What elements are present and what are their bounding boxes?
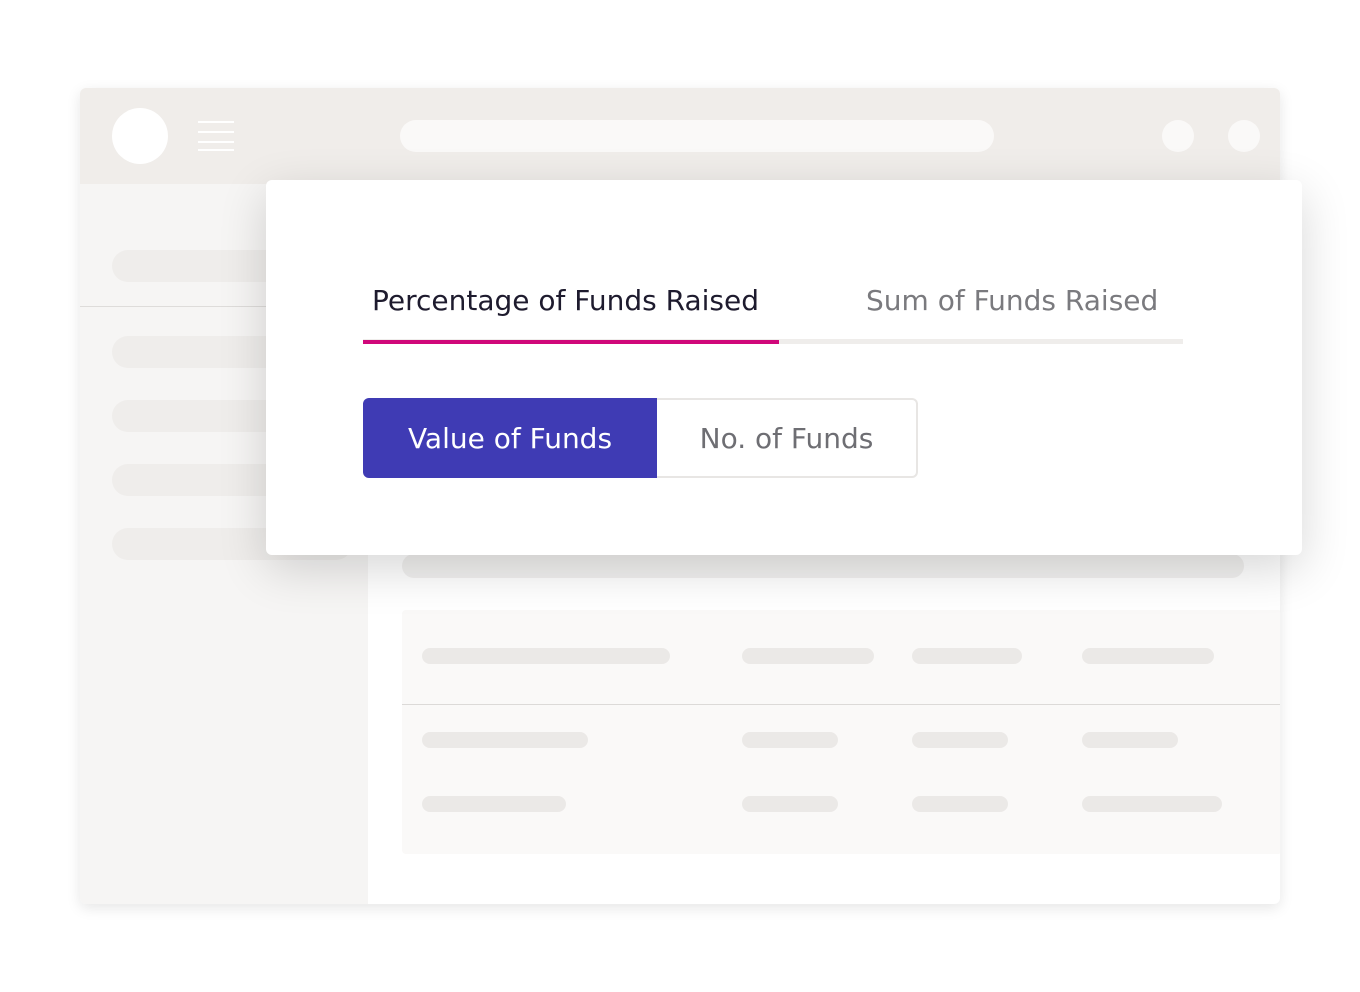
no-of-funds-toggle-button[interactable]: No. of Funds xyxy=(657,398,918,478)
active-tab-underline xyxy=(363,340,779,344)
table-cell xyxy=(422,796,566,812)
tab-bar: Percentage of Funds Raised Sum of Funds … xyxy=(363,260,1183,344)
table-cell xyxy=(1082,796,1222,812)
table-cell xyxy=(422,732,588,748)
tab-percentage-of-funds-raised[interactable]: Percentage of Funds Raised xyxy=(372,260,759,340)
header-action-icon-2[interactable] xyxy=(1228,120,1260,152)
table-header-cell xyxy=(912,648,1022,664)
table-cell xyxy=(912,796,1008,812)
table-header-cell xyxy=(742,648,874,664)
table-cell xyxy=(742,796,838,812)
value-of-funds-toggle-button[interactable]: Value of Funds xyxy=(363,398,657,478)
avatar xyxy=(112,108,168,164)
table-header-cell xyxy=(422,648,670,664)
table-cell xyxy=(1082,732,1178,748)
table-cell xyxy=(912,732,1008,748)
table-cell xyxy=(742,732,838,748)
funds-filter-card: Percentage of Funds Raised Sum of Funds … xyxy=(266,180,1302,555)
content-placeholder-strip xyxy=(402,554,1244,578)
hamburger-menu-icon[interactable] xyxy=(198,121,234,151)
app-header xyxy=(80,88,1280,184)
table-header-cell xyxy=(1082,648,1214,664)
search-bar-placeholder[interactable] xyxy=(400,120,994,152)
header-action-icon-1[interactable] xyxy=(1162,120,1194,152)
table-placeholder xyxy=(402,610,1280,854)
table-divider xyxy=(402,704,1280,705)
tab-sum-of-funds-raised[interactable]: Sum of Funds Raised xyxy=(866,260,1158,340)
